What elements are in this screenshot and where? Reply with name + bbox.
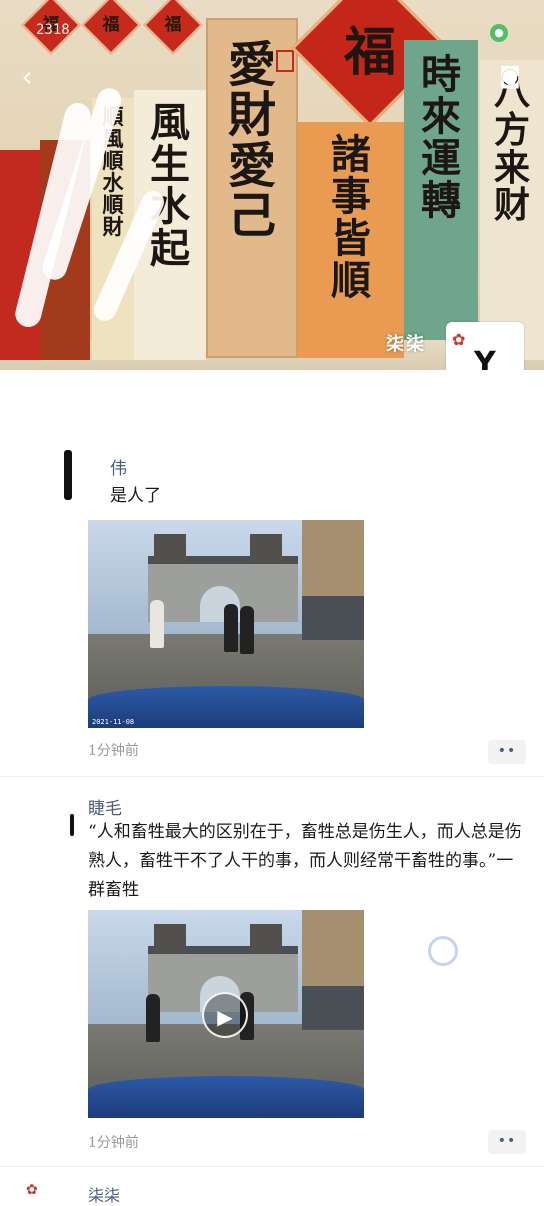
loading-spinner-icon <box>428 936 458 966</box>
post-time: 1分钟前 <box>88 743 139 759</box>
scroll-char: 己 <box>227 188 276 245</box>
video-frame-person <box>150 600 164 648</box>
flower-icon: ✿ <box>26 1182 38 1198</box>
post-author-name[interactable]: 伟 <box>110 454 127 479</box>
scroll-char: 事 <box>331 173 371 220</box>
post-text: 是人了 <box>110 486 161 506</box>
video-frame-building <box>302 520 364 640</box>
scroll-char: 時 <box>421 51 461 98</box>
scroll-char: 財 <box>102 214 124 240</box>
flower-icon: ✿ <box>452 330 466 349</box>
red-seal-stamp <box>276 50 294 72</box>
scroll-char: 愛 <box>227 137 276 194</box>
post-time: 1分钟前 <box>88 1135 139 1151</box>
camera-icon[interactable]: ◙ <box>494 62 526 92</box>
scroll-char: 順 <box>102 148 124 174</box>
scroll-char: 财 <box>493 184 530 227</box>
more-options-button[interactable]: •• <box>488 1130 526 1154</box>
video-frame-dashboard <box>88 1076 364 1118</box>
video-frame-person <box>240 606 254 654</box>
back-arrow-icon[interactable]: ‹ <box>12 62 42 92</box>
scroll-char: 愛 <box>227 37 276 93</box>
video-frame-gate <box>148 556 298 622</box>
post-author-name[interactable]: 柒柒 <box>88 1182 120 1206</box>
video-frame-tower <box>154 534 186 564</box>
scroll-char: 生 <box>150 141 190 188</box>
video-frame-building <box>302 910 364 1030</box>
post-avatar[interactable] <box>70 814 74 836</box>
moments-feed[interactable]: 伟 是人了 2021-11-08 1分钟前 •• 睫毛 “人和畜牲最大的区别在于… <box>0 370 544 1205</box>
scroll-char: 方 <box>493 108 530 151</box>
video-timestamp: 2021-11-08 <box>92 718 135 726</box>
video-frame-person <box>224 604 238 652</box>
scroll-char: 諸 <box>331 131 371 178</box>
microphone-icon: ● <box>490 24 508 42</box>
scroll-char: 財 <box>227 87 276 144</box>
scroll-ba-fang: 八 方 来 财 <box>480 60 544 360</box>
scroll-char: 順 <box>102 192 124 218</box>
post-divider <box>0 776 544 777</box>
scroll-char: 皆 <box>331 215 371 262</box>
more-options-button[interactable]: •• <box>488 740 526 764</box>
scroll-char: 風 <box>150 99 190 146</box>
play-icon[interactable]: ▶ <box>202 992 248 1038</box>
scroll-char: 運 <box>421 135 461 182</box>
video-frame-person <box>146 994 160 1042</box>
scroll-char: 起 <box>150 225 190 272</box>
scroll-char: 順 <box>331 257 371 304</box>
video-frame-tower <box>250 924 282 954</box>
post-author-name[interactable]: 睫毛 <box>88 794 122 819</box>
post-video[interactable]: 2021-11-08 <box>88 520 364 728</box>
status-badge: 2318 <box>36 22 70 38</box>
scroll-shi-lai: 時 來 運 轉 <box>404 40 478 340</box>
scroll-char: 水 <box>102 170 124 196</box>
post-video[interactable]: ▶ <box>88 910 364 1118</box>
cover-author-name[interactable]: 柒柒 <box>386 330 426 356</box>
video-frame-tower <box>250 534 282 564</box>
fu-diamond-2-text: 福 <box>102 15 120 35</box>
post-avatar[interactable] <box>64 450 72 500</box>
post-divider <box>0 1166 544 1167</box>
scroll-char: 轉 <box>421 177 461 224</box>
scroll-char: 来 <box>493 146 530 189</box>
fu-diamond-3-text: 福 <box>164 15 182 35</box>
scroll-char: 來 <box>421 93 461 140</box>
video-frame-tower <box>154 924 186 954</box>
post-text: “人和畜牲最大的区别在于，畜牲总是伤生人，而人总是伤熟人，畜牲干不了人干的事，而… <box>88 822 522 900</box>
cover-banner[interactable]: 福 福 福 順 風 順 水 順 財 風 生 水 起 愛 財 愛 己 福 諸 事 … <box>0 0 544 370</box>
scroll-zhu-shi: 諸 事 皆 順 <box>298 122 404 358</box>
